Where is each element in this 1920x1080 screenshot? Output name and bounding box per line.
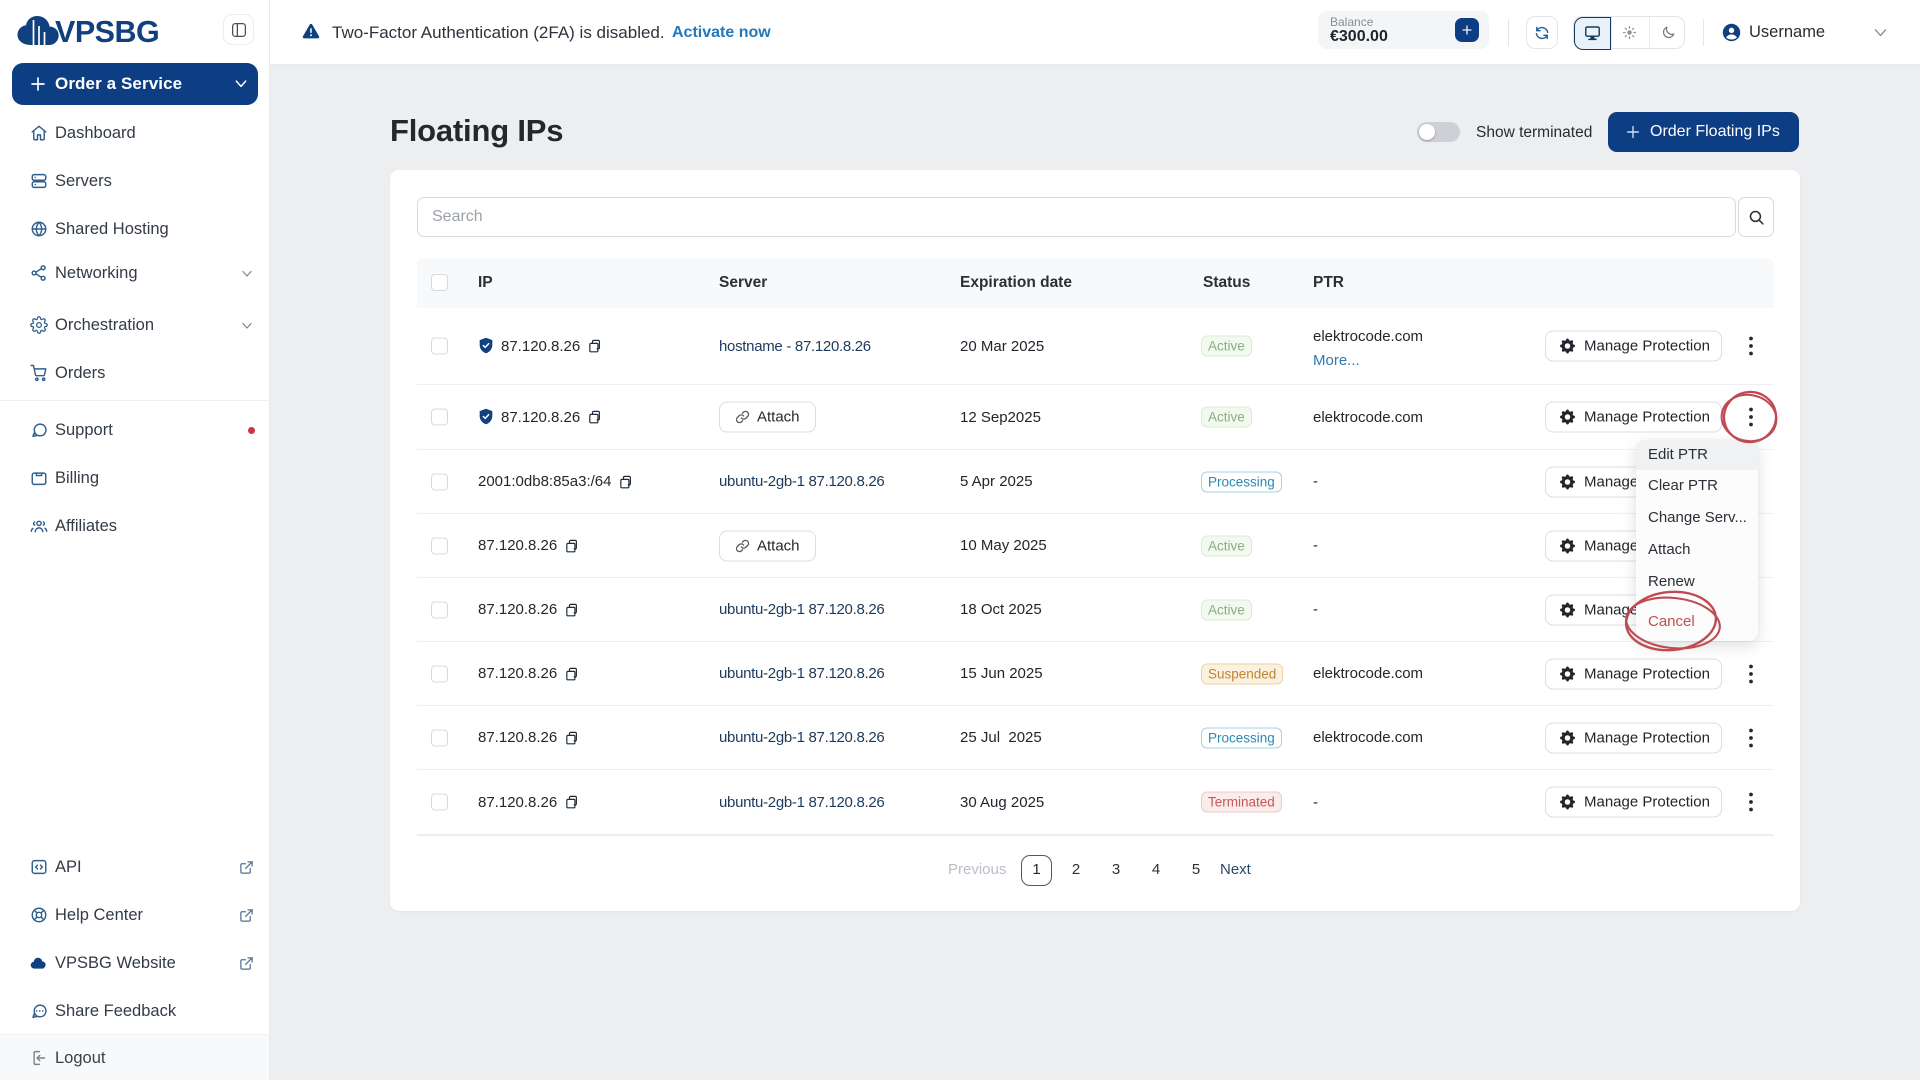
svg-text:VPSBG: VPSBG [55, 15, 159, 48]
